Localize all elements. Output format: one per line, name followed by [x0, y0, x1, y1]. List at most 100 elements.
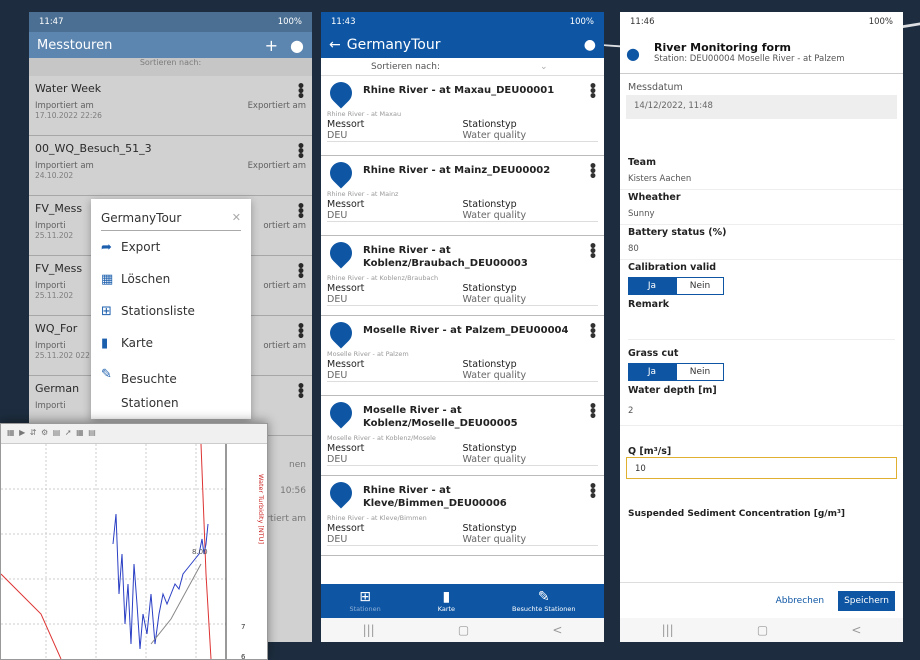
- recents-icon[interactable]: |||: [662, 623, 674, 637]
- station-typ: Water quality: [462, 534, 598, 546]
- more-icon[interactable]: • • •: [588, 400, 598, 424]
- station-subtitle: Rhine River - at Mainz: [327, 190, 399, 198]
- export-fragment: rtiert am: [266, 514, 306, 524]
- battery-field[interactable]: 80: [620, 238, 903, 260]
- station-ort: DEU: [327, 294, 463, 306]
- station-ort: DEU: [327, 454, 463, 466]
- status-battery: 100%: [868, 17, 893, 27]
- pencil-icon: ✎: [101, 367, 112, 382]
- station-item[interactable]: • • • Rhine River - at Kleve/Bimmen_DEU000…: [321, 476, 604, 556]
- menu-item-export[interactable]: ➦ Export: [101, 231, 241, 263]
- back-icon[interactable]: <: [851, 623, 861, 637]
- nav-besuchte[interactable]: ✎ Besuchte Stationen: [512, 589, 576, 613]
- form-title: River Monitoring form: [654, 41, 792, 54]
- station-item[interactable]: • • • Rhine River - at Maxau_DEU00001 Rhin…: [321, 76, 604, 156]
- col-stationstyp: Stationstyp: [462, 523, 517, 534]
- menu-item-map[interactable]: ▮ Karte: [101, 327, 241, 359]
- station-typ: Water quality: [462, 370, 598, 382]
- system-nav-bar: ||| ▢ <: [321, 618, 604, 642]
- context-menu: GermanyTour ✕ ➦ Export ▦ Löschen ⊞ Stations…: [91, 199, 251, 419]
- label-battery: Battery status (%): [628, 227, 727, 238]
- menu-item-delete[interactable]: ▦ Löschen: [101, 263, 241, 295]
- back-icon[interactable]: <: [552, 623, 562, 637]
- remark-field[interactable]: [628, 310, 895, 340]
- more-icon[interactable]: • • •: [588, 80, 598, 104]
- station-subtitle: Moselle River - at Koblenz/Mosele: [327, 434, 436, 442]
- map-icon: ▮: [442, 589, 451, 605]
- nav-karte[interactable]: ▮ Karte: [438, 589, 455, 613]
- depth-field[interactable]: 2: [620, 396, 903, 426]
- menu-title: GermanyTour: [101, 210, 182, 225]
- user-icon: ●: [626, 43, 640, 63]
- tick-7: 7: [241, 623, 245, 631]
- back-arrow-icon[interactable]: ←: [329, 37, 341, 53]
- more-icon[interactable]: • • •: [588, 160, 598, 184]
- nav-label: Karte: [437, 605, 456, 613]
- team-field[interactable]: Kisters Aachen: [620, 168, 903, 190]
- menu-item-label: Karte: [121, 336, 154, 350]
- calibration-ja-button[interactable]: Ja: [628, 277, 676, 295]
- user-icon[interactable]: ●: [584, 37, 596, 53]
- close-icon[interactable]: ✕: [232, 211, 241, 224]
- page-title: Messtouren: [37, 37, 113, 53]
- recents-icon[interactable]: |||: [363, 623, 375, 637]
- status-battery: 100%: [277, 17, 302, 27]
- col-stationstyp: Stationstyp: [462, 443, 517, 454]
- app-bar: Messtouren + ●: [29, 32, 312, 58]
- station-name: Moselle River - at Palzem_DEU00004: [363, 325, 569, 336]
- home-icon[interactable]: ▢: [458, 623, 469, 637]
- menu-item-label: Stationsliste: [121, 304, 195, 318]
- station-item[interactable]: • • • Rhine River - at Koblenz/Braubach_DE…: [321, 236, 604, 316]
- cancel-button[interactable]: Abbrechen: [776, 596, 825, 606]
- col-messort: Messort: [327, 199, 365, 210]
- chart-window: ▦ ▶ ⇵ ⚙ ▤ ➚ ▦ ▤ 8.00 7 6 Water Turbidity…: [0, 423, 268, 660]
- label-weather: Wheather: [628, 192, 681, 203]
- menu-item-station-list[interactable]: ⊞ Stationsliste: [101, 295, 241, 327]
- station-item[interactable]: • • • Moselle River - at Palzem_DEU00004 M…: [321, 316, 604, 396]
- home-icon[interactable]: ▢: [757, 623, 768, 637]
- station-typ: Water quality: [462, 130, 598, 142]
- station-name: Rhine River - at Maxau_DEU00001: [363, 85, 555, 96]
- label-q: Q [m³/s]: [628, 446, 672, 457]
- menu-item-label: Besuchte Stationen: [121, 372, 179, 410]
- grass-ja-button[interactable]: Ja: [628, 363, 676, 381]
- phone-station-list: 11:43 100% ← GermanyTour ● Sortieren nac…: [321, 12, 604, 642]
- more-icon[interactable]: • • •: [588, 320, 598, 344]
- weather-select[interactable]: Sunny: [620, 203, 903, 225]
- station-item[interactable]: • • • Moselle River - at Koblenz/Moselle_D…: [321, 396, 604, 476]
- col-stationstyp: Stationstyp: [462, 119, 517, 130]
- menu-item-visited[interactable]: ✎ Besuchte Stationen: [101, 359, 241, 410]
- sort-dropdown[interactable]: Sortieren nach: ⌄: [321, 58, 604, 76]
- col-messort: Messort: [327, 359, 365, 370]
- station-subtitle: Rhine River - at Maxau: [327, 110, 402, 118]
- messdatum-field[interactable]: 14/12/2022, 11:48: [626, 95, 897, 119]
- label-team: Team: [628, 157, 656, 168]
- label-messdatum: Messdatum: [628, 82, 683, 93]
- station-item[interactable]: • • • Rhine River - at Mainz_DEU00002 Rhin…: [321, 156, 604, 236]
- more-icon[interactable]: • • •: [588, 240, 598, 264]
- label-calibration: Calibration valid: [628, 262, 717, 273]
- map-pin-icon: [325, 237, 357, 269]
- trash-icon: ▦: [101, 271, 114, 287]
- map-pin-icon: [325, 317, 357, 349]
- calibration-nein-button[interactable]: Nein: [676, 277, 724, 295]
- grass-nein-button[interactable]: Nein: [676, 363, 724, 381]
- station-ort: DEU: [327, 130, 463, 142]
- col-stationstyp: Stationstyp: [462, 283, 517, 294]
- save-button[interactable]: Speichern: [838, 590, 895, 611]
- station-subtitle: Rhine River - at Koblenz/Braubach: [327, 274, 439, 282]
- add-icon[interactable]: +: [265, 36, 278, 55]
- form-header: ● River Monitoring form Station: DEU0000…: [620, 32, 903, 74]
- tour-fragment: nen 10:56 rtiert am: [266, 460, 306, 524]
- tick-6: 6: [241, 653, 246, 659]
- menu-item-label: Export: [121, 240, 161, 254]
- q-input[interactable]: 10: [626, 457, 897, 479]
- more-icon[interactable]: • • •: [588, 480, 598, 504]
- col-stationstyp: Stationstyp: [462, 199, 517, 210]
- user-icon[interactable]: ●: [290, 36, 304, 55]
- chart-toolbar[interactable]: ▦ ▶ ⇵ ⚙ ▤ ➚ ▦ ▤: [1, 424, 267, 444]
- bottom-navigation: ⊞ Stationen ▮ Karte ✎ Besuchte Stationen: [321, 584, 604, 618]
- col-messort: Messort: [327, 119, 365, 130]
- nav-stationen[interactable]: ⊞ Stationen: [349, 589, 380, 613]
- station-ort: DEU: [327, 534, 463, 546]
